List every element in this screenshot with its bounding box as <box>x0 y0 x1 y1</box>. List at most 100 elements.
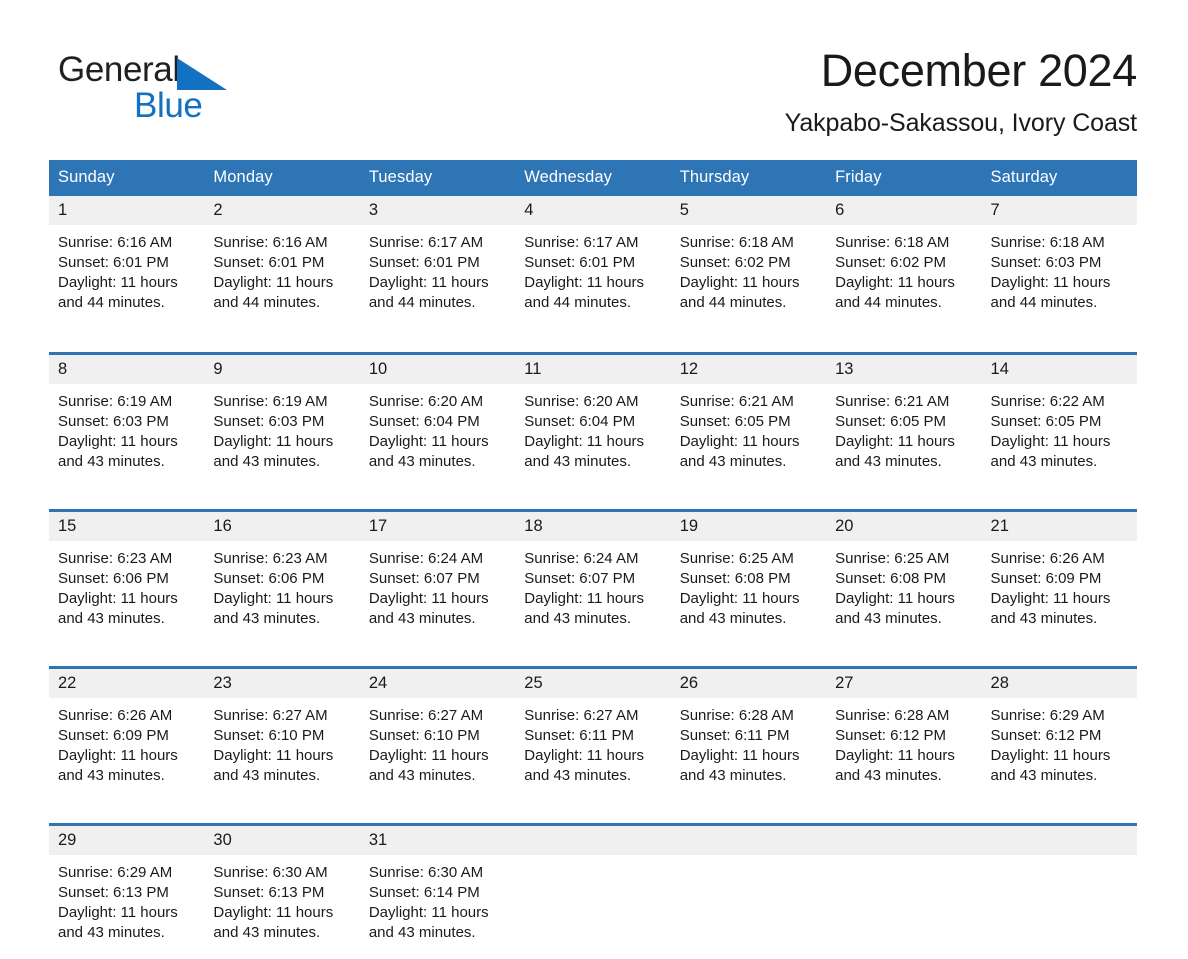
day-sun-info: Sunrise: 6:18 AM Sunset: 6:03 PM Daylight:… <box>982 225 1137 313</box>
daylight-text-line2: and 43 minutes. <box>524 766 632 784</box>
sunrise-text: Sunrise: 6:24 AM <box>368 549 484 567</box>
day-sun-info: Sunrise: 6:28 AM Sunset: 6:11 PM Daylight:… <box>671 698 826 786</box>
daylight-text-line2: and 43 minutes. <box>990 766 1098 784</box>
day-number: 1 <box>49 196 205 226</box>
sunrise-text: Sunrise: 6:27 AM <box>213 706 328 724</box>
daylight-text-line1: Daylight: 11 hours <box>679 274 800 292</box>
daylight-text-line1: Daylight: 11 hours <box>524 589 645 607</box>
daylight-text-line2: and 44 minutes. <box>368 294 476 312</box>
sunset-text: Sunset: 6:02 PM <box>835 254 947 272</box>
day-number: 28 <box>981 668 1137 698</box>
calendar-day-cell[interactable]: 8 Sunrise: 6:19 AM Sunset: 6:03 PM Daylight… <box>49 351 205 489</box>
daylight-text-line2: and 43 minutes. <box>679 766 787 784</box>
day-number: 13 <box>826 354 982 384</box>
day-sun-info: Sunrise: 6:26 AM Sunset: 6:09 PM Daylight:… <box>49 698 204 786</box>
calendar-day-cell[interactable]: 2 Sunrise: 6:16 AM Sunset: 6:01 PM Daylight… <box>204 196 360 332</box>
day-sun-info: Sunrise: 6:27 AM Sunset: 6:10 PM Daylight:… <box>204 698 359 786</box>
day-number: 25 <box>515 668 671 698</box>
sunrise-text: Sunrise: 6:25 AM <box>679 549 794 567</box>
daylight-text-line1: Daylight: 11 hours <box>990 746 1111 764</box>
daylight-text-line1: Daylight: 11 hours <box>990 274 1111 292</box>
calendar-day-cell[interactable]: 3 Sunrise: 6:17 AM Sunset: 6:01 PM Daylight… <box>359 196 516 332</box>
calendar-week-row: 15 Sunrise: 6:23 AM Sunset: 6:06 PM Dayligh… <box>49 508 1137 646</box>
sunset-text: Sunset: 6:09 PM <box>990 569 1102 587</box>
calendar-day-cell[interactable]: 23 Sunrise: 6:27 AM Sunset: 6:10 PM Dayligh… <box>204 665 360 803</box>
daylight-text-line1: Daylight: 11 hours <box>368 903 489 921</box>
calendar-day-cell[interactable]: 11 Sunrise: 6:20 AM Sunset: 6:04 PM Dayligh… <box>515 351 671 489</box>
generalblue-logo[interactable]: General Blue <box>58 44 278 123</box>
weekday-header-saturday: Saturday <box>981 160 1137 197</box>
sunset-text: Sunset: 6:12 PM <box>835 726 947 744</box>
day-sun-info: Sunrise: 6:22 AM Sunset: 6:05 PM Daylight:… <box>982 384 1137 472</box>
calendar-day-cell[interactable]: 24 Sunrise: 6:27 AM Sunset: 6:10 PM Dayligh… <box>359 665 516 803</box>
calendar-day-cell-empty <box>670 822 827 959</box>
sunset-text: Sunset: 6:11 PM <box>679 726 790 744</box>
calendar-day-cell[interactable]: 29 Sunrise: 6:29 AM Sunset: 6:13 PM Dayligh… <box>49 822 205 959</box>
sunrise-text: Sunrise: 6:25 AM <box>835 549 950 567</box>
calendar-day-cell[interactable]: 25 Sunrise: 6:27 AM Sunset: 6:11 PM Dayligh… <box>515 665 671 803</box>
day-sun-info: Sunrise: 6:20 AM Sunset: 6:04 PM Daylight:… <box>360 384 515 472</box>
daylight-text-line2: and 43 minutes. <box>835 452 942 470</box>
day-sun-info: Sunrise: 6:29 AM Sunset: 6:13 PM Daylight:… <box>49 855 204 943</box>
calendar-day-cell[interactable]: 20 Sunrise: 6:25 AM Sunset: 6:08 PM Dayligh… <box>826 508 982 646</box>
calendar-day-cell[interactable]: 15 Sunrise: 6:23 AM Sunset: 6:06 PM Dayligh… <box>49 508 205 646</box>
calendar-day-cell[interactable]: 1 Sunrise: 6:16 AM Sunset: 6:01 PM Daylight… <box>49 196 205 332</box>
calendar-day-cell[interactable]: 18 Sunrise: 6:24 AM Sunset: 6:07 PM Dayligh… <box>515 508 671 646</box>
calendar-day-cell[interactable]: 4 Sunrise: 6:17 AM Sunset: 6:01 PM Daylight… <box>515 196 671 332</box>
sunrise-text: Sunrise: 6:16 AM <box>213 234 328 252</box>
day-sun-info: Sunrise: 6:17 AM Sunset: 6:01 PM Daylight:… <box>360 225 515 313</box>
calendar-day-cell[interactable]: 5 Sunrise: 6:18 AM Sunset: 6:02 PM Daylight… <box>670 196 827 332</box>
sunset-text: Sunset: 6:05 PM <box>679 412 791 430</box>
calendar-day-cell-empty <box>515 822 671 959</box>
day-number: 5 <box>670 196 827 226</box>
calendar-day-cell[interactable]: 21 Sunrise: 6:26 AM Sunset: 6:09 PM Dayligh… <box>981 508 1137 646</box>
sunrise-text: Sunrise: 6:23 AM <box>213 549 328 567</box>
sunrise-text: Sunrise: 6:22 AM <box>990 392 1105 410</box>
sunset-text: Sunset: 6:04 PM <box>368 412 480 430</box>
sunset-text: Sunset: 6:13 PM <box>213 883 325 901</box>
sunrise-text: Sunrise: 6:17 AM <box>368 234 484 252</box>
daylight-text-line1: Daylight: 11 hours <box>835 432 955 450</box>
sunrise-text: Sunrise: 6:27 AM <box>524 706 639 724</box>
day-sun-info: Sunrise: 6:19 AM Sunset: 6:03 PM Daylight:… <box>49 384 204 472</box>
calendar-day-cell[interactable]: 27 Sunrise: 6:28 AM Sunset: 6:12 PM Dayligh… <box>826 665 982 803</box>
calendar-day-cell[interactable]: 26 Sunrise: 6:28 AM Sunset: 6:11 PM Dayligh… <box>670 665 827 803</box>
week-spacer <box>49 331 1137 354</box>
daylight-text-line1: Daylight: 11 hours <box>990 589 1111 607</box>
calendar-day-cell[interactable]: 17 Sunrise: 6:24 AM Sunset: 6:07 PM Dayligh… <box>359 508 516 646</box>
daylight-text-line2: and 43 minutes. <box>368 766 476 784</box>
calendar-day-cell[interactable]: 7 Sunrise: 6:18 AM Sunset: 6:03 PM Daylight… <box>981 196 1137 332</box>
day-number: 20 <box>826 511 982 541</box>
calendar-day-cell-empty <box>826 822 982 959</box>
daylight-text-line2: and 43 minutes. <box>835 609 942 627</box>
day-sun-info: Sunrise: 6:21 AM Sunset: 6:05 PM Daylight:… <box>826 384 981 472</box>
calendar-day-cell[interactable]: 14 Sunrise: 6:22 AM Sunset: 6:05 PM Dayligh… <box>981 351 1137 489</box>
calendar-day-cell[interactable]: 22 Sunrise: 6:26 AM Sunset: 6:09 PM Dayligh… <box>49 665 205 803</box>
day-sun-info: Sunrise: 6:23 AM Sunset: 6:06 PM Daylight:… <box>49 541 204 629</box>
day-sun-info: Sunrise: 6:25 AM Sunset: 6:08 PM Daylight:… <box>671 541 826 629</box>
calendar-day-cell[interactable]: 19 Sunrise: 6:25 AM Sunset: 6:08 PM Dayligh… <box>670 508 827 646</box>
day-number: 26 <box>670 668 827 698</box>
day-number: 8 <box>49 354 205 384</box>
sunset-text: Sunset: 6:08 PM <box>835 569 947 587</box>
sunset-text: Sunset: 6:03 PM <box>58 412 169 430</box>
calendar-day-cell[interactable]: 28 Sunrise: 6:29 AM Sunset: 6:12 PM Dayligh… <box>981 665 1137 803</box>
daylight-text-line2: and 43 minutes. <box>990 452 1098 470</box>
daylight-text-line2: and 44 minutes. <box>213 294 321 312</box>
day-number: 7 <box>981 196 1137 226</box>
day-number <box>670 825 827 855</box>
sunset-text: Sunset: 6:05 PM <box>990 412 1102 430</box>
sunrise-text: Sunrise: 6:30 AM <box>368 863 484 881</box>
calendar-day-cell[interactable]: 31 Sunrise: 6:30 AM Sunset: 6:14 PM Dayligh… <box>359 822 516 959</box>
calendar-day-cell[interactable]: 13 Sunrise: 6:21 AM Sunset: 6:05 PM Dayligh… <box>826 351 982 489</box>
calendar-day-cell[interactable]: 16 Sunrise: 6:23 AM Sunset: 6:06 PM Dayligh… <box>204 508 360 646</box>
calendar-day-cell[interactable]: 12 Sunrise: 6:21 AM Sunset: 6:05 PM Dayligh… <box>670 351 827 489</box>
daylight-text-line1: Daylight: 11 hours <box>58 903 178 921</box>
calendar-day-cell[interactable]: 10 Sunrise: 6:20 AM Sunset: 6:04 PM Dayligh… <box>359 351 516 489</box>
daylight-text-line2: and 44 minutes. <box>58 294 165 312</box>
sunrise-text: Sunrise: 6:18 AM <box>835 234 950 252</box>
daylight-text-line2: and 44 minutes. <box>835 294 942 312</box>
calendar-day-cell[interactable]: 6 Sunrise: 6:18 AM Sunset: 6:02 PM Daylight… <box>826 196 982 332</box>
calendar-day-cell[interactable]: 30 Sunrise: 6:30 AM Sunset: 6:13 PM Dayligh… <box>204 822 360 959</box>
calendar-day-cell[interactable]: 9 Sunrise: 6:19 AM Sunset: 6:03 PM Daylight… <box>204 351 360 489</box>
